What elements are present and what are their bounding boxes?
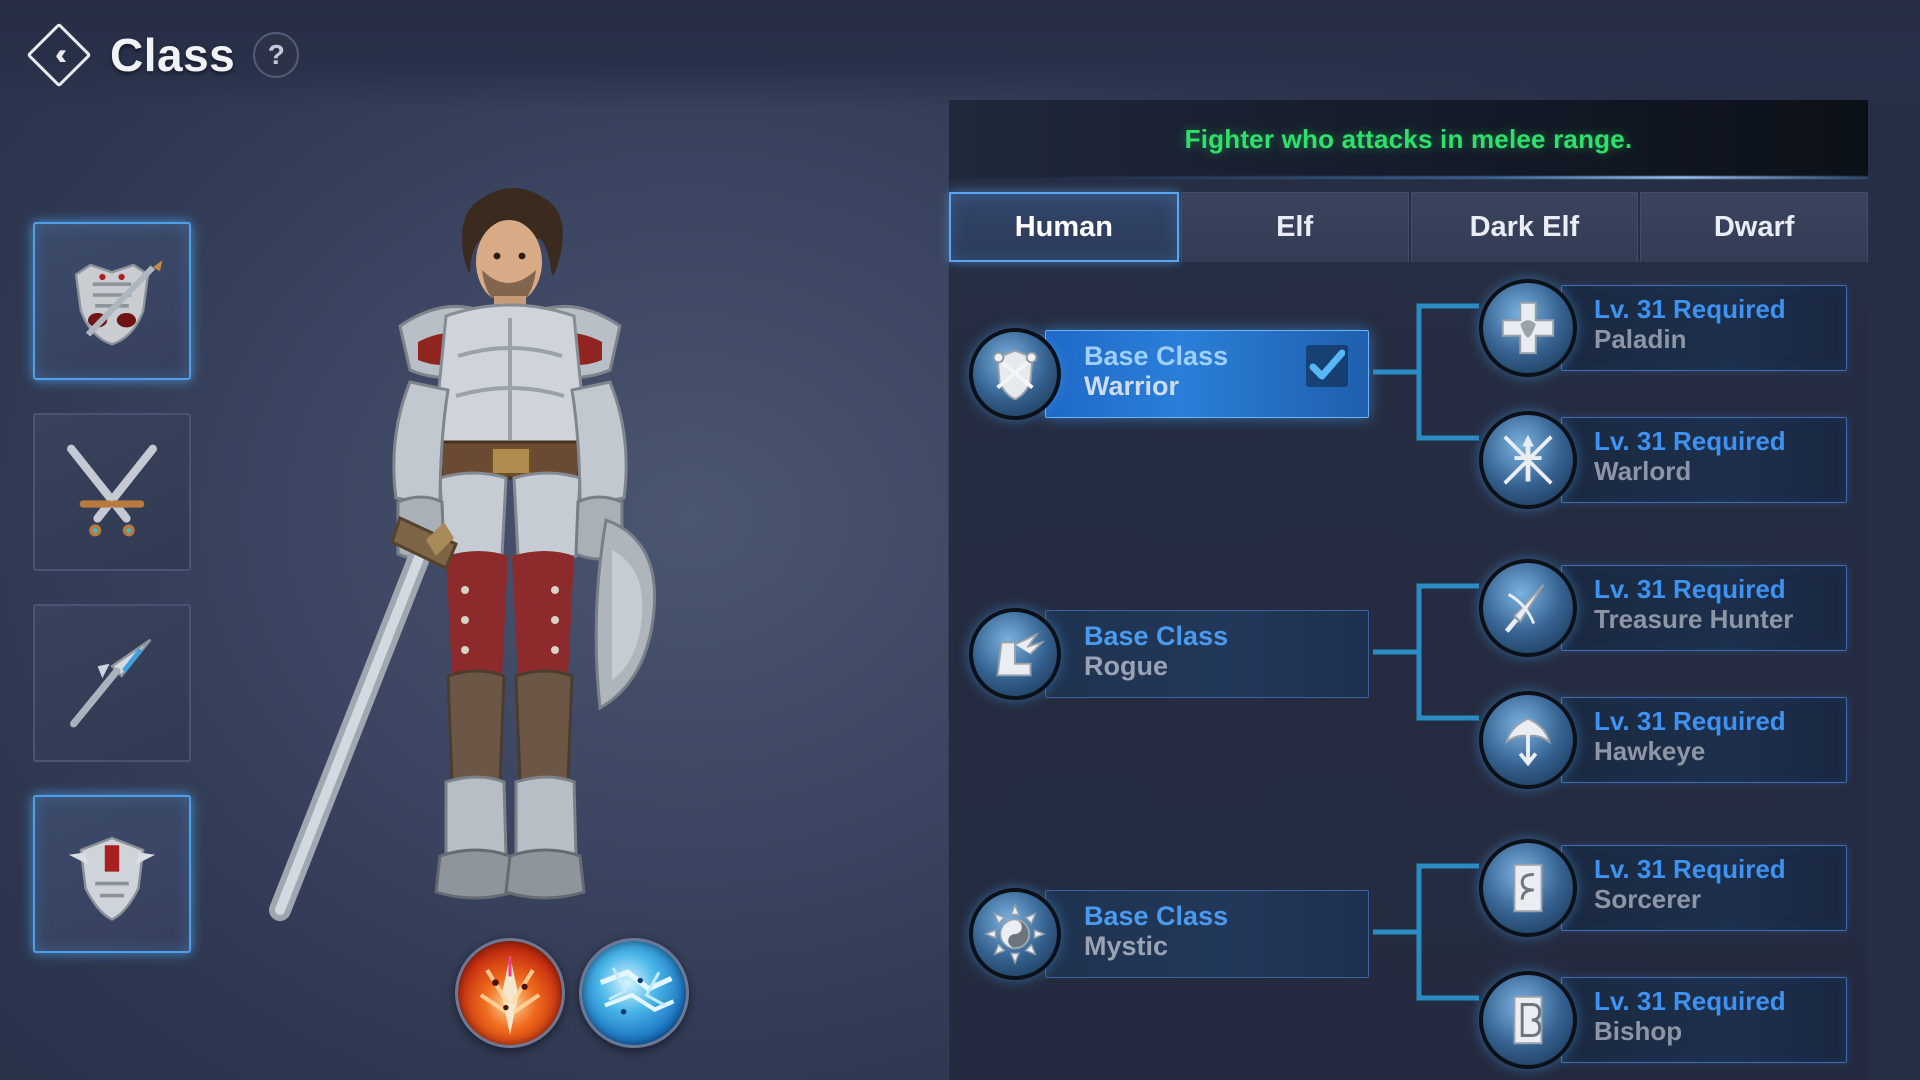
ice-orb-button[interactable] xyxy=(579,938,689,1048)
advanced-class-name: Treasure Hunter xyxy=(1594,603,1794,634)
advanced-class-name: Warlord xyxy=(1594,455,1692,486)
base-class-row-rogue: Base Class Rogue xyxy=(969,608,1369,700)
advanced-class-row-treasure-hunter: Lv. 31 Required Treasure Hunter xyxy=(1479,556,1847,660)
page-header: ‹‹ Class ? xyxy=(0,0,1920,110)
advanced-class-name: Hawkeye xyxy=(1594,735,1706,766)
advanced-class-row-bishop: Lv. 31 Required Bishop xyxy=(1479,968,1847,1072)
ice-orb-icon xyxy=(599,967,675,1015)
crossed-swords-icon xyxy=(67,444,157,537)
winged-armor-icon xyxy=(68,836,156,921)
advanced-class-name: Bishop xyxy=(1594,1015,1683,1046)
preset-slot-armor-set[interactable] xyxy=(33,222,191,380)
preset-slot-heavy-armor[interactable] xyxy=(33,795,191,953)
sun-yinyang-icon xyxy=(969,888,1061,980)
base-class-name: Mystic xyxy=(1084,931,1169,962)
advanced-class-row-paladin: Lv. 31 Required Paladin xyxy=(1479,276,1847,380)
level-requirement: Lv. 31 Required xyxy=(1594,574,1786,604)
preset-slot-spear[interactable] xyxy=(33,604,191,762)
winged-boot-icon xyxy=(969,608,1061,700)
class-panel: Fighter who attacks in melee range. Huma… xyxy=(948,100,1868,1080)
advanced-class-name: Paladin xyxy=(1594,323,1687,354)
base-class-card-warrior[interactable]: Base Class Warrior xyxy=(1045,330,1369,418)
base-class-card-rogue[interactable]: Base Class Rogue xyxy=(1045,610,1369,698)
level-requirement: Lv. 31 Required xyxy=(1594,294,1786,324)
advanced-class-card-warlord[interactable]: Lv. 31 Required Warlord xyxy=(1561,417,1847,503)
base-class-row-warrior: Base Class Warrior xyxy=(969,328,1369,420)
advanced-class-card-treasure-hunter[interactable]: Lv. 31 Required Treasure Hunter xyxy=(1561,565,1847,651)
skeletal-armor-icon xyxy=(74,260,163,346)
base-class-label: Base Class xyxy=(1084,621,1229,651)
dagger-icon xyxy=(1479,559,1577,657)
level-requirement: Lv. 31 Required xyxy=(1594,854,1786,884)
level-requirement: Lv. 31 Required xyxy=(1594,706,1786,736)
class-group-mystic: Base Class Mystic Lv. 31 Required Sorcer… xyxy=(949,839,1868,1080)
class-group-warrior: Base Class Warrior Lv. 31 Required Palad… xyxy=(949,279,1868,560)
level-requirement: Lv. 31 Required xyxy=(1594,426,1786,456)
class-screen: ‹‹ Class ? Fighter who attacks in melee … xyxy=(0,0,1920,1080)
advanced-class-card-paladin[interactable]: Lv. 31 Required Paladin xyxy=(1561,285,1847,371)
tab-dark-elf[interactable]: Dark Elf xyxy=(1410,192,1639,262)
preset-slot-dual-swords[interactable] xyxy=(33,413,191,571)
element-orb-list xyxy=(455,938,689,1048)
page-title: Class xyxy=(110,29,236,81)
base-class-name: Rogue xyxy=(1084,651,1168,682)
winged-bow-icon xyxy=(1479,691,1577,789)
base-class-row-mystic: Base Class Mystic xyxy=(969,888,1369,980)
scroll-b-icon xyxy=(1479,971,1577,1069)
fire-orb-button[interactable] xyxy=(455,938,565,1048)
preset-slot-list xyxy=(33,222,191,986)
base-class-card-mystic[interactable]: Base Class Mystic xyxy=(1045,890,1369,978)
class-group-rogue: Base Class Rogue Lv. 31 Required Treasur… xyxy=(949,559,1868,840)
race-tab-bar: Human Elf Dark Elf Dwarf xyxy=(949,178,1868,262)
selected-check-icon xyxy=(1306,345,1348,387)
advanced-class-row-hawkeye: Lv. 31 Required Hawkeye xyxy=(1479,688,1847,792)
fire-orb-icon xyxy=(479,955,541,1035)
tree-connector xyxy=(1373,303,1479,441)
cross-knight-icon xyxy=(1479,279,1577,377)
class-description: Fighter who attacks in melee range. xyxy=(1184,123,1633,154)
class-description-bar: Fighter who attacks in melee range. xyxy=(949,100,1868,178)
tree-connector xyxy=(1373,583,1479,721)
advanced-class-row-warlord: Lv. 31 Required Warlord xyxy=(1479,408,1847,512)
back-button[interactable]: ‹‹ xyxy=(24,20,94,90)
scroll-s-icon xyxy=(1479,839,1577,937)
spear-icon xyxy=(70,638,152,728)
advanced-class-card-hawkeye[interactable]: Lv. 31 Required Hawkeye xyxy=(1561,697,1847,783)
advanced-class-row-sorcerer: Lv. 31 Required Sorcerer xyxy=(1479,836,1847,940)
chevron-double-left-icon: ‹‹ xyxy=(55,38,67,71)
base-class-label: Base Class xyxy=(1084,901,1229,931)
advanced-class-card-sorcerer[interactable]: Lv. 31 Required Sorcerer xyxy=(1561,845,1847,931)
crossed-spears-icon xyxy=(1479,411,1577,509)
character-preview xyxy=(250,120,770,950)
shield-swords-icon xyxy=(969,328,1061,420)
advanced-class-card-bishop[interactable]: Lv. 31 Required Bishop xyxy=(1561,977,1847,1063)
tab-human[interactable]: Human xyxy=(949,192,1179,262)
class-tree: Base Class Warrior Lv. 31 Required Palad… xyxy=(949,262,1868,1080)
tree-connector xyxy=(1373,863,1479,1001)
help-button[interactable]: ? xyxy=(253,32,300,78)
tab-dwarf[interactable]: Dwarf xyxy=(1640,192,1868,262)
level-requirement: Lv. 31 Required xyxy=(1594,986,1786,1016)
tab-elf[interactable]: Elf xyxy=(1180,192,1409,262)
advanced-class-name: Sorcerer xyxy=(1594,883,1701,914)
